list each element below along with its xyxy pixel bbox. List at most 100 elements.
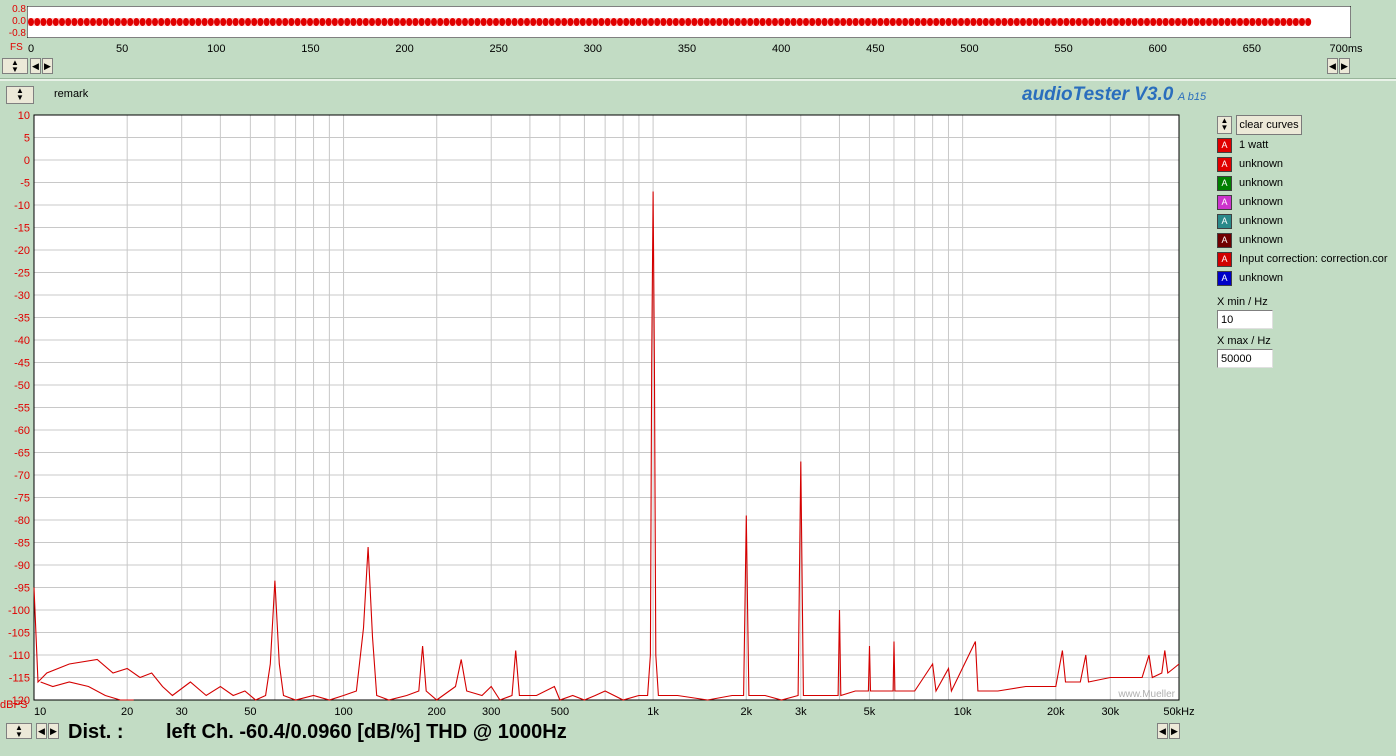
signal-burst: [871, 18, 878, 26]
signal-burst: [821, 18, 828, 26]
signal-burst: [896, 18, 902, 26]
y-tick-label: -30: [14, 290, 30, 302]
curve-color-button[interactable]: A: [1217, 252, 1232, 267]
legend-spinner[interactable]: ▲ ▼: [1217, 116, 1232, 134]
legend-item-label: unknown: [1239, 196, 1284, 208]
signal-burst: [313, 18, 320, 26]
signal-burst: [65, 18, 72, 26]
signal-burst: [375, 18, 382, 26]
signal-burst: [170, 18, 177, 26]
y-tick-label: -60: [14, 425, 30, 437]
signal-burst: [499, 18, 506, 26]
signal-burst: [1094, 18, 1101, 26]
signal-burst: [511, 18, 518, 26]
x-tick-label: 20k: [1047, 706, 1065, 718]
panel-separator: [0, 78, 1396, 81]
curve-color-button[interactable]: A: [1217, 271, 1232, 286]
x-max-input[interactable]: [1217, 349, 1273, 368]
curve-color-button[interactable]: A: [1217, 214, 1232, 229]
remark-spinner[interactable]: ▲ ▼: [6, 86, 34, 104]
top-y-label: 0.8: [12, 4, 26, 15]
signal-burst: [617, 18, 623, 26]
curve-color-button[interactable]: A: [1217, 233, 1232, 248]
x-tick-label: 2k: [740, 706, 752, 718]
y-tick-label: -100: [8, 605, 30, 617]
signal-burst: [685, 18, 692, 26]
signal-burst: [765, 18, 772, 26]
signal-burst: [294, 18, 301, 26]
signal-burst: [1137, 18, 1144, 26]
signal-burst: [951, 18, 958, 26]
signal-burst: [573, 18, 580, 26]
x-tick-label: 100: [334, 706, 352, 718]
signal-burst: [555, 18, 561, 26]
top-scroll-right-button[interactable]: ▶: [42, 58, 53, 74]
signal-burst: [1224, 18, 1231, 26]
signal-burst: [1249, 18, 1256, 26]
bottom-scroll-left-button[interactable]: ◀: [36, 723, 47, 739]
signal-burst: [641, 18, 648, 26]
signal-burst: [1057, 18, 1064, 26]
signal-burst: [852, 18, 859, 26]
signal-burst: [220, 18, 227, 26]
x-min-input[interactable]: [1217, 310, 1273, 329]
signal-burst: [982, 18, 989, 26]
legend-item-label: unknown: [1239, 158, 1284, 170]
x-tick-label: 5k: [864, 706, 876, 718]
curve-color-button[interactable]: A: [1217, 176, 1232, 191]
top-x-tick-label: 350: [678, 43, 696, 55]
bottom-right-scroll-right-button[interactable]: ▶: [1169, 723, 1180, 739]
curve-color-button[interactable]: A: [1217, 195, 1232, 210]
signal-burst: [121, 18, 127, 26]
signal-burst: [648, 18, 654, 26]
bottom-scroll-right-button[interactable]: ▶: [48, 723, 59, 739]
signal-burst: [1255, 18, 1262, 26]
y-tick-label: -105: [8, 628, 30, 640]
legend-item-label: unknown: [1239, 215, 1284, 227]
bottom-right-scroll-left-button[interactable]: ◀: [1157, 723, 1168, 739]
status-message: left Ch. -60.4/0.0960 [dB/%] THD @ 1000H…: [166, 721, 567, 743]
y-tick-label: -80: [14, 515, 30, 527]
signal-burst: [238, 18, 245, 26]
signal-burst: [747, 18, 754, 26]
time-signal-plot: [27, 6, 1351, 38]
signal-burst: [1007, 18, 1014, 26]
signal-burst: [778, 18, 785, 26]
signal-burst: [232, 18, 239, 26]
signal-burst: [592, 18, 599, 26]
curve-color-button[interactable]: A: [1217, 157, 1232, 172]
top-right-scroll-left-button[interactable]: ◀: [1327, 58, 1338, 74]
x-tick-label: 500: [551, 706, 569, 718]
y-tick-label: -35: [14, 313, 30, 325]
clear-curves-button[interactable]: clear curves: [1236, 115, 1302, 135]
x-max-label: X max / Hz: [1217, 335, 1271, 347]
signal-burst: [1001, 18, 1008, 26]
y-tick-label: -10: [14, 200, 30, 212]
signal-burst: [207, 18, 214, 26]
x-tick-label: 30: [176, 706, 188, 718]
top-x-tick-label: 100: [207, 43, 225, 55]
x-tick-label: 20: [121, 706, 133, 718]
signal-burst: [536, 18, 543, 26]
legend-item-label: unknown: [1239, 234, 1284, 246]
signal-burst: [809, 18, 816, 26]
top-scroll-left-button[interactable]: ◀: [30, 58, 41, 74]
signal-burst: [989, 18, 995, 26]
y-tick-label: -40: [14, 335, 30, 347]
signal-burst: [679, 18, 685, 26]
dist-label: Dist. :: [68, 721, 124, 743]
signal-burst: [666, 18, 673, 26]
top-x-tick-label: 150: [301, 43, 319, 55]
signal-burst: [1212, 18, 1219, 26]
top-x-tick-label: 0: [28, 43, 34, 55]
y-tick-label: 0: [24, 155, 30, 167]
y-tick-label: 10: [18, 110, 30, 122]
top-right-scroll-right-button[interactable]: ▶: [1339, 58, 1350, 74]
signal-burst: [52, 18, 59, 26]
curve-color-button[interactable]: A: [1217, 138, 1232, 153]
logo-version: A b15: [1177, 91, 1207, 103]
top-zoom-spinner[interactable]: ▲ ▼: [2, 58, 28, 74]
bottom-zoom-spinner[interactable]: ▲ ▼: [6, 723, 32, 739]
signal-burst: [381, 18, 388, 26]
remark-label: remark: [54, 88, 89, 100]
